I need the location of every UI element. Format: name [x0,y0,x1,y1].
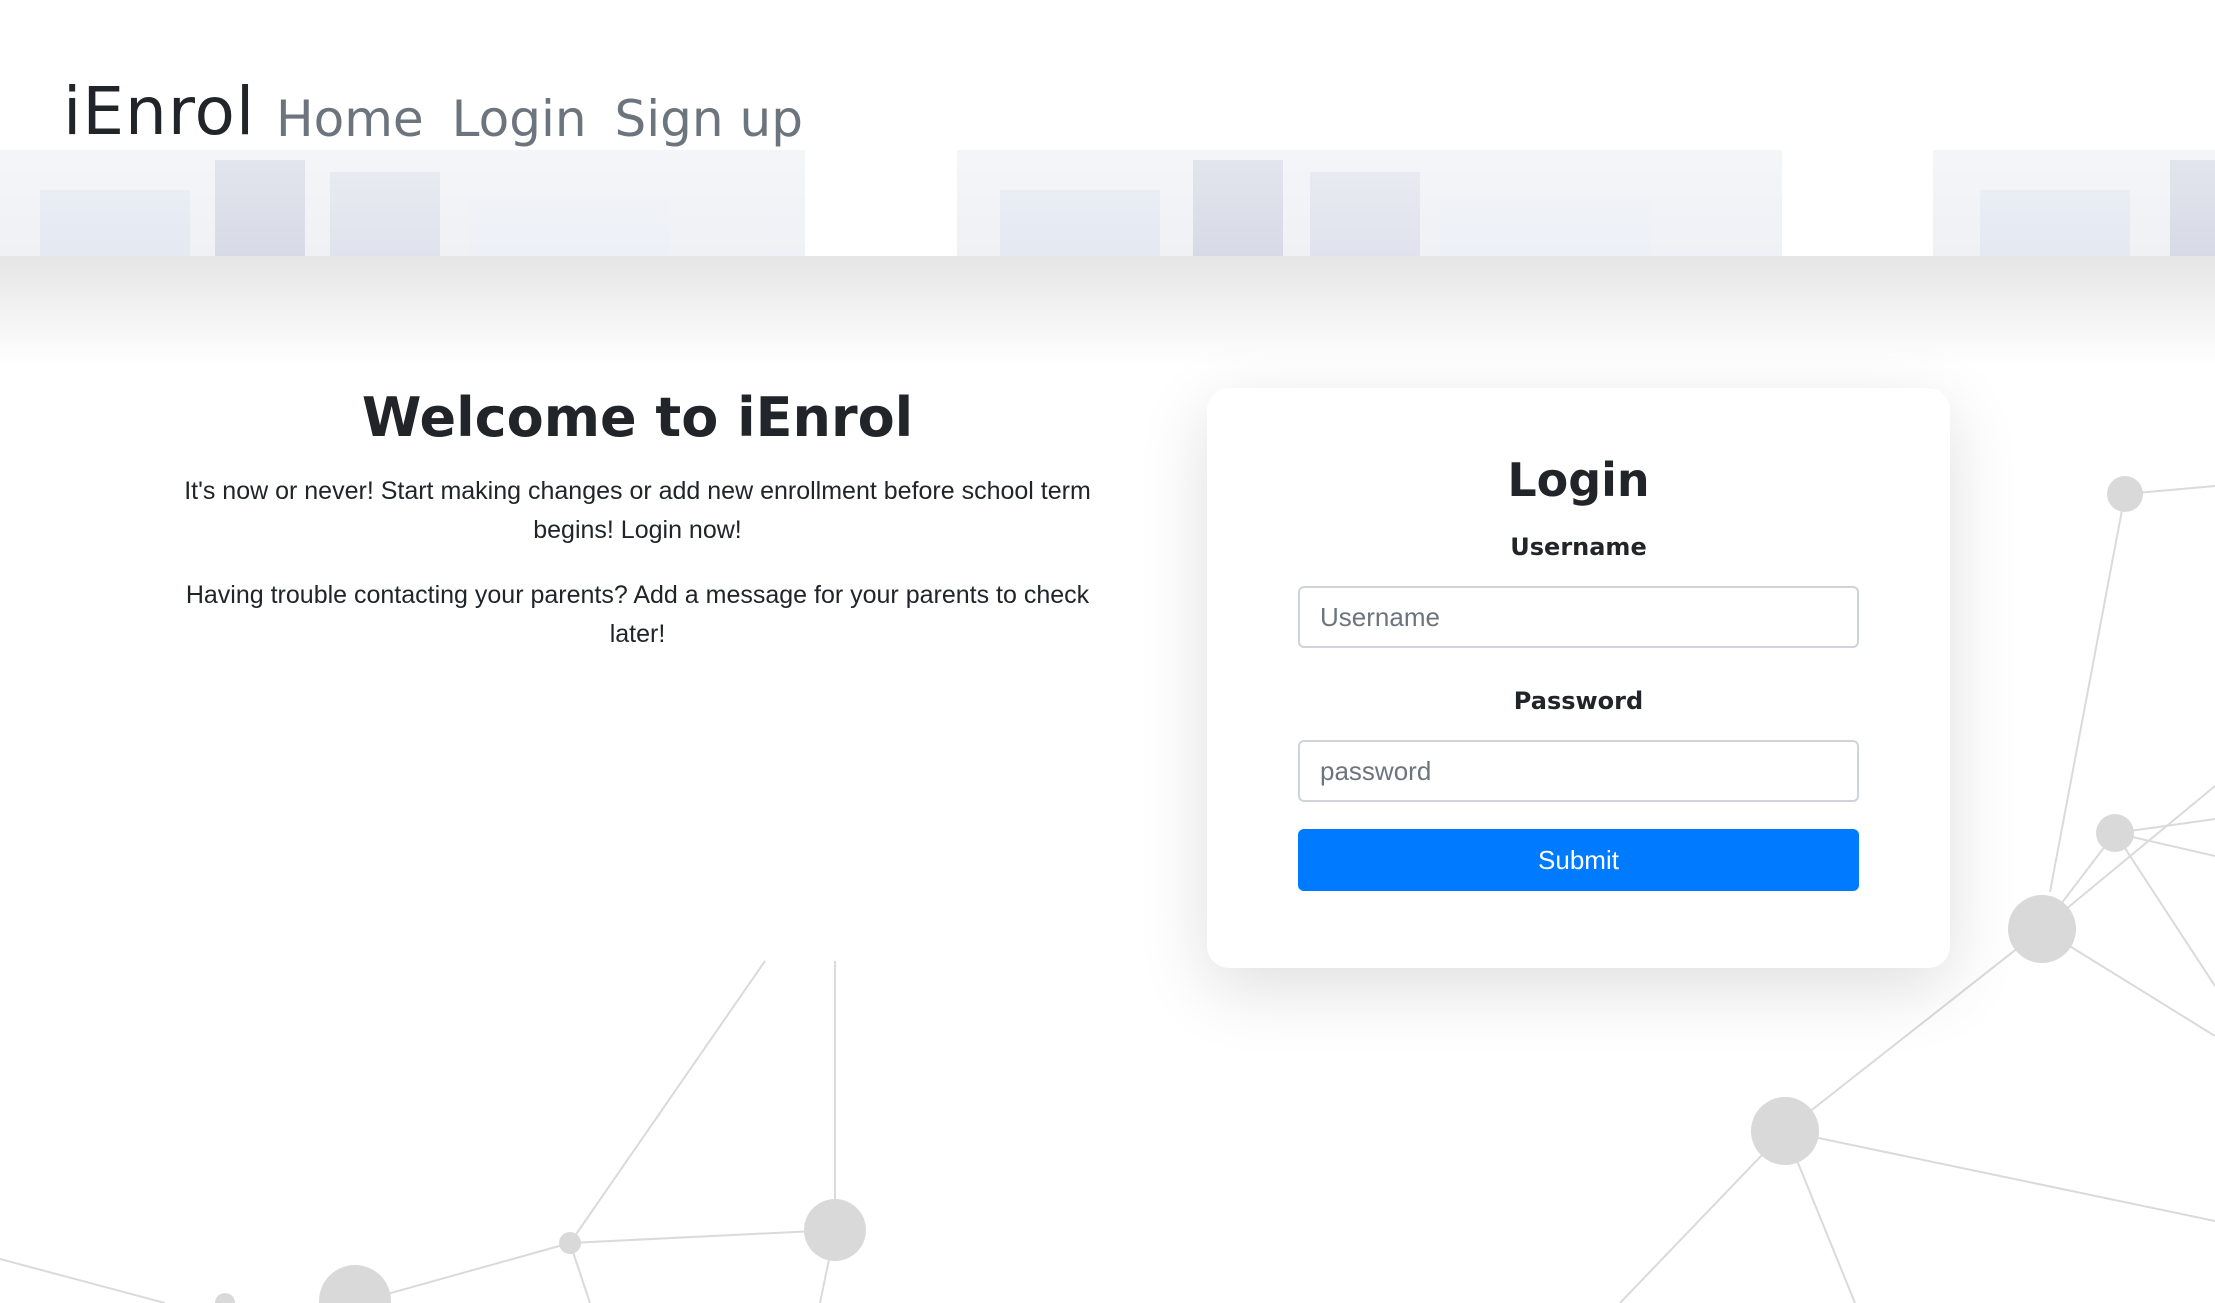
login-form-title: Login [1507,453,1650,507]
header-shadow [0,256,2215,366]
welcome-paragraph-parents: Having trouble contacting your parents? … [185,581,1090,648]
nav-home-link[interactable]: Home [276,86,424,152]
username-label: Username [1510,533,1647,561]
username-input[interactable] [1298,586,1859,648]
submit-button[interactable]: Submit [1298,829,1859,891]
nav-login-link[interactable]: Login [452,86,587,152]
welcome-title: Welcome to iEnrol [361,386,914,449]
welcome-section: Welcome to iEnrol It's now or never! Sta… [180,378,1095,680]
login-form-card: Login Username Password Submit [1207,388,1950,968]
site-header: iEnrol Home Login Sign up [0,0,2215,256]
password-label: Password [1513,687,1644,715]
password-input[interactable] [1298,740,1859,802]
nav-signup-link[interactable]: Sign up [615,86,803,152]
brand-logo-text[interactable]: iEnrol [63,72,255,152]
welcome-paragraph-enrollment: It's now or never! Start making changes … [184,477,1091,544]
main-nav: Home Login Sign up [276,86,803,152]
